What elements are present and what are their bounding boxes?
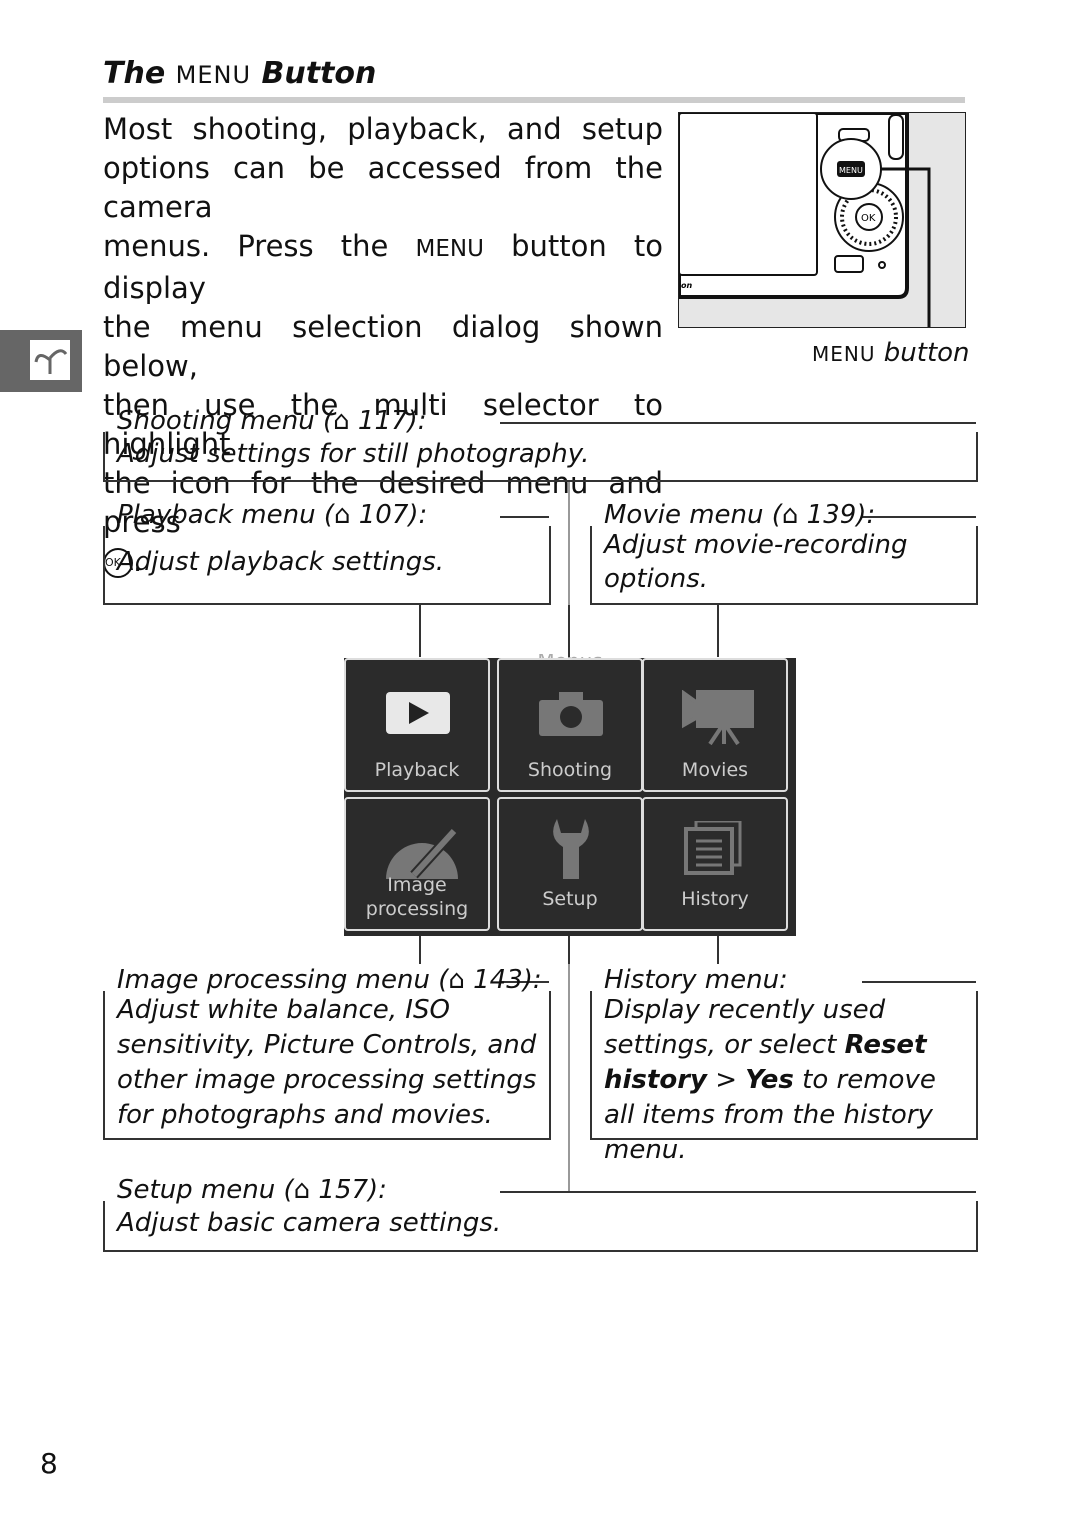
shooting-title: Shooting menu (⌂ 117): [117, 406, 427, 436]
sprout-icon [30, 340, 70, 380]
playback-title: Playback menu (⌂ 107): [117, 500, 428, 530]
chapter-tab [0, 330, 82, 392]
connector-line [568, 605, 570, 657]
setup-desc: Adjust basic camera settings. [117, 1208, 502, 1238]
play-icon [386, 692, 450, 734]
connector-line [717, 605, 719, 657]
menu-item-setup[interactable]: Setup [497, 797, 643, 931]
movie-desc: Adjust movie-recording options. [604, 530, 908, 594]
history-icon [684, 821, 742, 875]
image-processing-title: Image processing menu (⌂ 143): [117, 965, 542, 995]
svg-text:on: on [681, 281, 692, 290]
menu-item-image-processing[interactable]: Image processing [344, 797, 490, 931]
menu-item-shooting[interactable]: Shooting [497, 658, 643, 792]
connector-line [717, 936, 719, 964]
menu-button-caption: MENU button [812, 338, 970, 368]
connector-line [568, 936, 570, 964]
playback-desc: Adjust playback settings. [117, 547, 445, 577]
menu-selection-dialog: Menus Playback Shooting Movies Imageproc… [344, 654, 796, 936]
title-rule [103, 97, 965, 103]
menu-item-history[interactable]: History [642, 797, 788, 931]
wrench-icon [553, 819, 589, 879]
page-number: 8 [40, 1447, 58, 1480]
setup-title: Setup menu (⌂ 157): [117, 1175, 387, 1205]
svg-text:MENU: MENU [839, 166, 863, 175]
shooting-desc: Adjust settings for still photography. [117, 439, 590, 469]
menu-item-playback[interactable]: Playback [344, 658, 490, 792]
connector-line [419, 936, 421, 964]
menu-item-movies[interactable]: Movies [642, 658, 788, 792]
history-desc: Display recently used settings, or selec… [604, 995, 936, 1165]
page-title: The MENU Button [103, 56, 377, 91]
camera-icon [539, 692, 603, 736]
camera-back-illustration: on OK MENU [677, 111, 966, 337]
movie-camera-icon [682, 690, 754, 746]
connector-line [419, 605, 421, 657]
image-processing-desc: Adjust white balance, ISO sensitivity, P… [117, 995, 537, 1130]
svg-text:OK: OK [861, 213, 876, 224]
movie-title: Movie menu (⌂ 139): [604, 500, 876, 530]
history-title: History menu: [604, 965, 788, 995]
manual-page: The MENU Button Most shooting, playback,… [0, 0, 1080, 1521]
